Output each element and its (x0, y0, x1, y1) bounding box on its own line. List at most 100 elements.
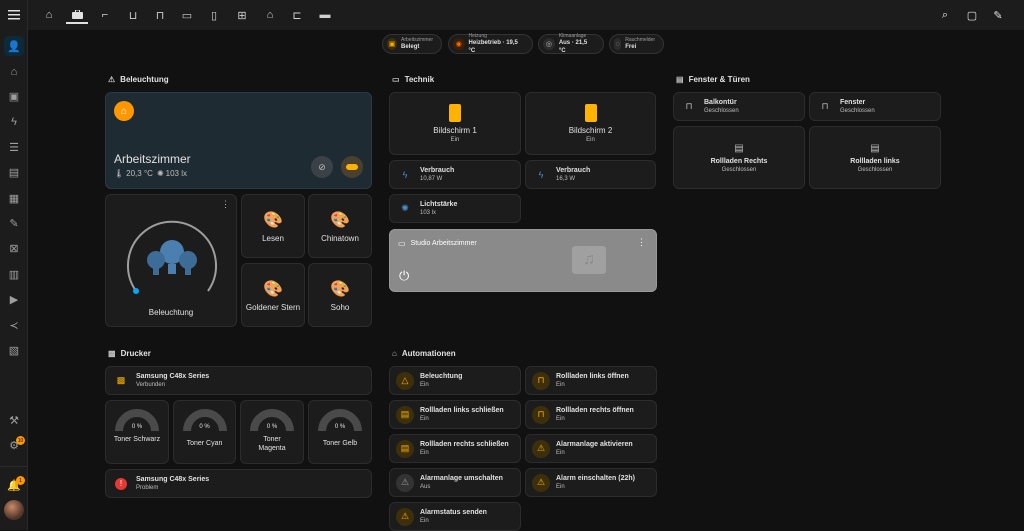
assist-icon[interactable]: ▢ (963, 6, 981, 24)
toner-gauge[interactable]: 0 % Toner Gelb (308, 400, 372, 464)
tab-shower-icon[interactable]: ⌐ (94, 6, 116, 24)
blind-tile[interactable]: ▤ Rollladen Rechts Geschlossen (673, 126, 805, 189)
gauge-value: 0 % (267, 424, 277, 430)
tile-state: Ein (420, 415, 504, 423)
window-tile[interactable]: ⊓ FensterGeschlossen (809, 92, 941, 121)
home-icon: ⌂ (114, 101, 134, 121)
monitor-icon (585, 104, 597, 122)
tile-state: Problem (136, 484, 209, 492)
automation-tile[interactable]: ▤ Rollladen links schließenEin (389, 400, 521, 429)
badge-heizung[interactable]: ◉ HeizungHeizbetrieb · 19,5 °C (448, 34, 533, 54)
media-player-card[interactable]: ▭ Studio Arbeitszimmer ⋮ ♫ ⏻ (389, 229, 657, 292)
avatar[interactable] (4, 500, 24, 520)
printer-problem-tile[interactable]: ! Samsung C48x SeriesProblem (105, 469, 372, 498)
toner-gauge[interactable]: 0 % Toner Cyan (173, 400, 236, 464)
tile-name: Rollladen links schließen (420, 406, 504, 415)
badge-value: Frei (625, 43, 655, 51)
person-icon[interactable]: 👤 (4, 36, 24, 56)
media-icon[interactable]: ▶ (4, 289, 24, 309)
scene-tile[interactable]: 🎨 Lesen (241, 194, 305, 258)
tab-desk-icon[interactable]: ▬ (314, 6, 336, 24)
alert-icon: ! (115, 478, 127, 490)
automation-tile[interactable]: ⚠ Alarm einschalten (22h)Ein (525, 468, 657, 497)
toner-gauge[interactable]: 0 % Toner Magenta (240, 400, 304, 464)
badge-arbeitszimmer[interactable]: ▣ ArbeitszimmerBelegt (382, 34, 442, 54)
automation-tile[interactable]: ⊓ Rollladen rechts öffnenEin (525, 400, 657, 429)
tab-window-icon[interactable]: ⊞ (231, 6, 253, 24)
calendar-icon[interactable]: ▦ (4, 188, 24, 208)
automation-tile[interactable]: ▤ Rollladen rechts schließenEin (389, 434, 521, 463)
scene-tile[interactable]: 🎨 Chinatown (308, 194, 372, 258)
tile-name: Alarmanlage aktivieren (556, 440, 633, 449)
monitor-icon (449, 104, 461, 122)
hub-icon[interactable]: ⊠ (4, 238, 24, 258)
tile-state: 10,87 W (420, 175, 454, 183)
smoke-icon: ◌ (614, 38, 621, 50)
top-bar: ⌂ ⌐ ⊔ ⊓ ▭ ▯ ⊞ ⌂ ⊏ ▬ ⌕ ▢ ✎ (28, 0, 1024, 30)
tile-name: Lichtstärke (420, 200, 457, 209)
tile-name: Alarmstatus senden (420, 508, 487, 517)
scene-tile[interactable]: 🎨 Goldener Stern (241, 263, 305, 327)
menu-icon[interactable] (4, 5, 24, 25)
tab-bed-icon[interactable]: ▭ (176, 6, 198, 24)
tile-name: Rollladen rechts öffnen (556, 406, 634, 415)
tab-sofa-icon[interactable]: ⊓ (149, 6, 171, 24)
list-icon[interactable]: ☰ (4, 137, 24, 157)
light-dial-card[interactable]: ⋮ Beleuchtung (105, 194, 237, 327)
gauge-value: 0 % (132, 424, 142, 430)
alarm-light-icon: ⚠ (532, 440, 550, 458)
sensor-tile[interactable]: ✺ Lichtstärke103 lx (389, 194, 521, 223)
tab-car-icon[interactable]: ⊏ (286, 6, 308, 24)
automation-tile[interactable]: ⚠ Alarmanlage umschaltenAus (389, 468, 521, 497)
clipboard-icon[interactable]: ▧ (4, 340, 24, 360)
tab-bath-icon[interactable]: ⊔ (122, 6, 144, 24)
automation-tile[interactable]: △ BeleuchtungEin (389, 366, 521, 395)
tile-name: Bildschirm 1 (433, 126, 477, 135)
alarm-light-icon: ⚠ (532, 474, 550, 492)
toner-gauge[interactable]: 0 % Toner Schwarz (105, 400, 169, 464)
pencil-icon[interactable]: ✎ (989, 6, 1007, 24)
scene-name: Lesen (262, 234, 284, 243)
power-icon[interactable]: ⏻ (399, 268, 409, 284)
tile-name: Verbrauch (420, 166, 454, 175)
automation-tile[interactable]: ⚠ Alarmanlage aktivierenEin (525, 434, 657, 463)
badge-rauchmelder[interactable]: ◌ RauchmelderFrei (609, 34, 664, 54)
chart-icon[interactable]: ▤ (4, 162, 24, 182)
gauge-name: Toner Cyan (187, 439, 223, 448)
flash-icon: ϟ (396, 166, 414, 184)
alarm-light-icon: ⚠ (396, 474, 414, 492)
printer-tile[interactable]: ▩ Samsung C48x SeriesVerbunden (105, 366, 372, 395)
door-tile[interactable]: ⊓ BalkontürGeschlossen (673, 92, 805, 121)
vscode-icon[interactable]: ≺ (4, 315, 24, 335)
tab-home-icon[interactable]: ⌂ (38, 6, 60, 24)
badge-klimaanlage[interactable]: ◎ KlimaanlageAus · 21,5 °C (538, 34, 604, 54)
sensor-tile[interactable]: ϟ Verbrauch16,3 W (525, 160, 656, 189)
tab-briefcase-icon[interactable] (66, 6, 88, 24)
blind-tile[interactable]: ▤ Rollladen links Geschlossen (809, 126, 941, 189)
tab-garage-icon[interactable]: ⌂ (259, 6, 281, 24)
room-name: Arbeitszimmer (114, 152, 191, 166)
window-closed-icon: ⊓ (816, 98, 834, 116)
scene-tile[interactable]: 🎨 Soho (308, 263, 372, 327)
screen-tile[interactable]: Bildschirm 1 Ein (389, 92, 521, 155)
motion-off-icon[interactable]: ⊘ (311, 156, 333, 178)
account-box-icon[interactable]: ▣ (4, 86, 24, 106)
switch-toggle-icon[interactable] (341, 156, 363, 178)
room-card[interactable]: ⌂ Arbeitszimmer 🌡20,3 °C ✺103 lx ⊘ (105, 92, 372, 189)
screen-tile[interactable]: Bildschirm 2 Ein (525, 92, 656, 155)
more-menu-icon[interactable]: ⋮ (637, 237, 646, 248)
flash-icon[interactable]: ϟ (4, 112, 24, 132)
automation-tile[interactable]: ⊓ Rollladen links öffnenEin (525, 366, 657, 395)
printer-icon: ▩ (108, 349, 116, 358)
wrench-icon[interactable]: ✎ (4, 213, 24, 233)
home-icon[interactable]: ⌂ (4, 62, 24, 82)
automation-tile[interactable]: ⚠ Alarmstatus sendenEin (389, 502, 521, 531)
robot-icon: ⌂ (392, 349, 397, 358)
palette-icon: 🎨 (330, 210, 350, 230)
tile-name: Rollladen Rechts (711, 158, 768, 165)
server-icon[interactable]: ▥ (4, 264, 24, 284)
search-icon[interactable]: ⌕ (936, 6, 954, 24)
hammer-icon[interactable]: ⚒ (4, 410, 24, 430)
sensor-tile[interactable]: ϟ Verbrauch10,87 W (389, 160, 521, 189)
tab-door-icon[interactable]: ▯ (203, 6, 225, 24)
